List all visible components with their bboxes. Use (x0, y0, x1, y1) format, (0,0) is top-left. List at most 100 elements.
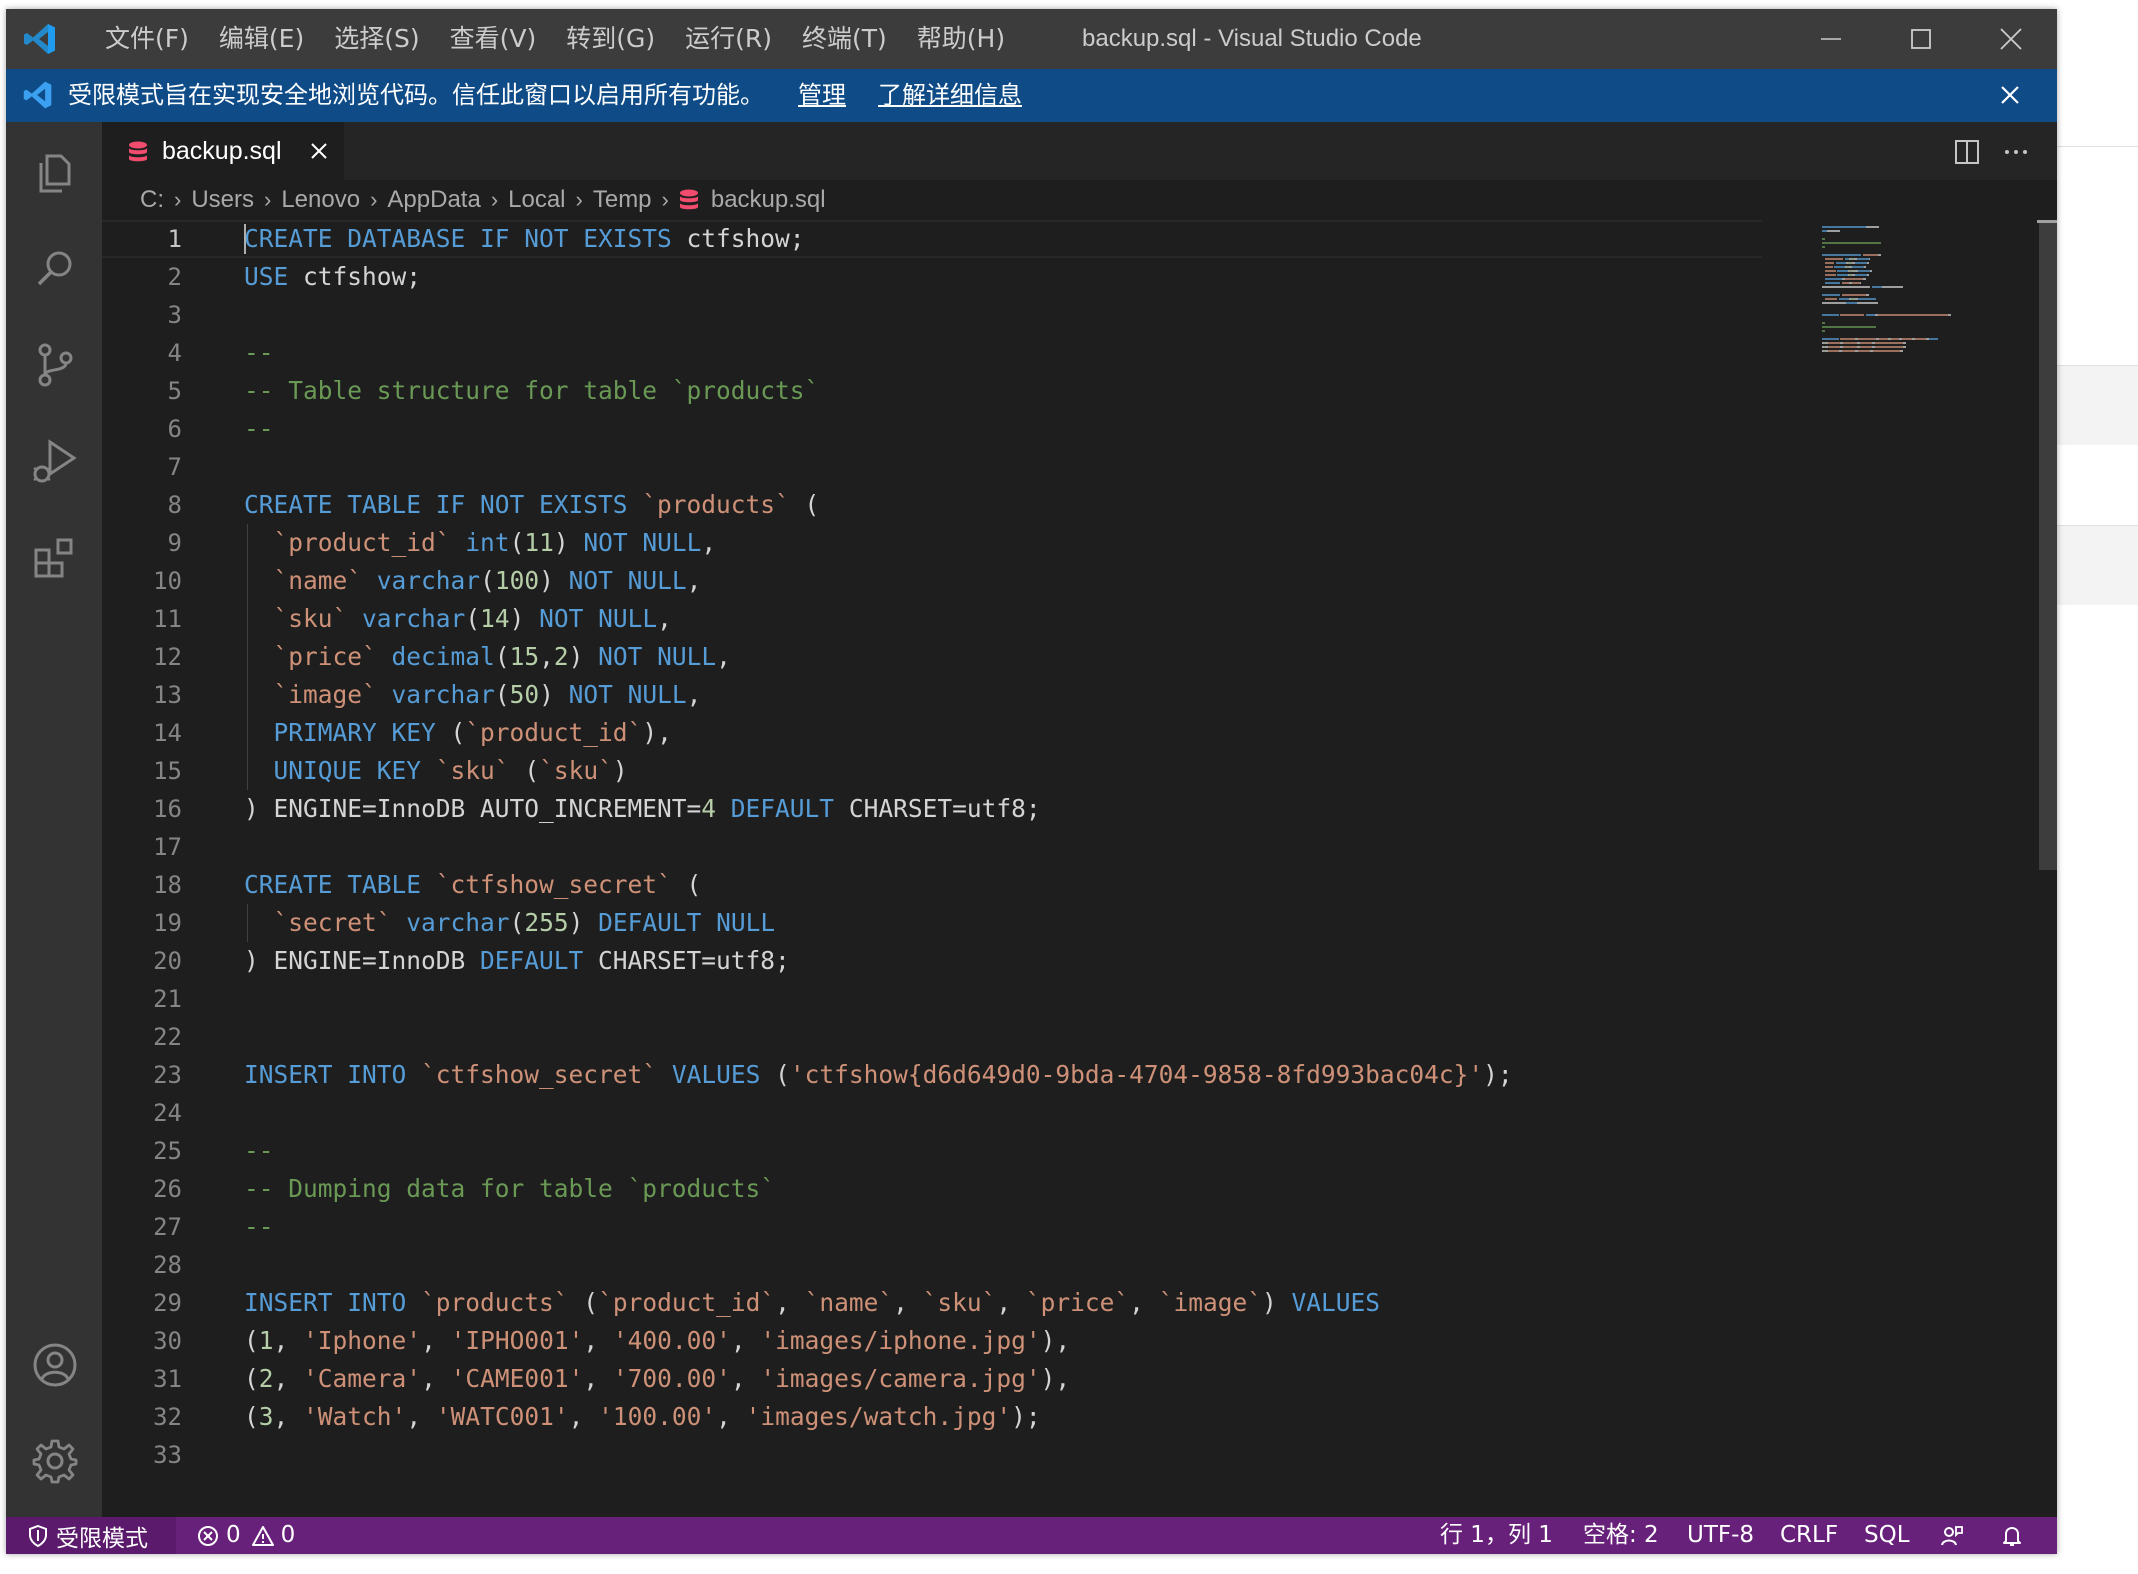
code-token: , (730, 1364, 761, 1393)
code-token: , (701, 528, 717, 557)
menu-run[interactable]: 运行(R) (670, 9, 787, 69)
accounts-icon[interactable] (30, 1340, 80, 1390)
line-number: 10 (153, 567, 182, 595)
code-token: ), (1040, 1326, 1071, 1355)
indentation-status[interactable]: 空格: 2 (1583, 1517, 1659, 1554)
code-line: `price` decimal(15,2) NOT NULL, (244, 638, 731, 676)
settings-gear-icon[interactable] (30, 1436, 80, 1486)
feedback-button[interactable] (1940, 1517, 1964, 1554)
minimap-token (1822, 314, 1839, 316)
minimap-token (1900, 350, 1903, 352)
breadcrumb-item[interactable]: Lenovo (281, 186, 360, 214)
breadcrumb-item[interactable]: C: (140, 186, 164, 214)
problems-status[interactable]: 0 0 (196, 1517, 295, 1554)
minimize-button[interactable] (1786, 9, 1876, 69)
code-token: ( (509, 528, 525, 557)
code-token: 'CAME001' (450, 1364, 584, 1393)
code-token: ( (494, 642, 510, 671)
breadcrumb-item[interactable]: Temp (593, 186, 652, 214)
title-bar: 文件(F) 编辑(E) 选择(S) 查看(V) 转到(G) 运行(R) 终端(T… (6, 9, 2057, 69)
cursor-position-status[interactable]: 行 1，列 1 (1440, 1517, 1553, 1554)
minimap-token (1822, 242, 1881, 244)
search-icon[interactable] (30, 244, 80, 294)
minimap-token (1841, 282, 1849, 284)
split-editor-icon[interactable] (1953, 138, 1981, 166)
code-token: DEFAULT (480, 946, 584, 975)
tab-backup-sql[interactable]: backup.sql (102, 122, 344, 180)
code-token: CREATE TABLE (244, 870, 422, 899)
code-token: ( (244, 1364, 259, 1393)
window-title: backup.sql - Visual Studio Code (1082, 25, 1422, 52)
minimap-token (1867, 274, 1869, 276)
menu-view[interactable]: 查看(V) (435, 9, 552, 69)
background-panel (2057, 525, 2138, 605)
explorer-icon[interactable] (30, 148, 80, 198)
minimap-token (1822, 286, 1869, 288)
eol-status[interactable]: CRLF (1780, 1517, 1838, 1554)
banner-learn-more-link[interactable]: 了解详细信息 (878, 69, 1022, 122)
menu-bar: 文件(F) 编辑(E) 选择(S) 查看(V) 转到(G) 运行(R) 终端(T… (90, 9, 1020, 69)
line-number: 28 (153, 1251, 182, 1279)
menu-help[interactable]: 帮助(H) (902, 9, 1020, 69)
encoding-status[interactable]: UTF-8 (1687, 1517, 1754, 1554)
banner-close-icon[interactable] (1996, 81, 2024, 109)
minimap-token (1838, 298, 1849, 300)
minimap-token (1862, 254, 1878, 256)
scrollbar-thumb[interactable] (2039, 220, 2057, 870)
code-line: (2, 'Camera', 'CAME001', '700.00', 'imag… (244, 1360, 1070, 1398)
code-token: varchar (406, 908, 510, 937)
minimap-token (1822, 322, 1825, 324)
minimap[interactable] (1822, 226, 2022, 366)
code-token: 3 (258, 1402, 274, 1431)
extensions-icon[interactable] (30, 532, 80, 582)
minimap-token (1822, 302, 1846, 304)
code-token: '700.00' (612, 1364, 731, 1393)
minimap-token (1901, 338, 1912, 340)
breadcrumb-file[interactable]: backup.sql (711, 186, 826, 214)
source-control-icon[interactable] (30, 340, 80, 390)
code-token: 'IPHO001' (450, 1326, 584, 1355)
menu-file[interactable]: 文件(F) (90, 9, 204, 69)
minimap-token (1846, 302, 1857, 304)
line-number: 23 (153, 1061, 182, 1089)
code-token: 100 (494, 566, 540, 595)
language-mode-status[interactable]: SQL (1864, 1517, 1910, 1554)
code-editor[interactable]: 1 2 3 4 5 6 7 8 9 10 11 12 13 14 15 16 17 18 19 20 21 22 23 24 2… (102, 220, 2057, 1517)
more-actions-icon[interactable] (2002, 138, 2030, 166)
tab-close-icon[interactable] (308, 140, 330, 162)
minimap-token (1840, 314, 1864, 316)
menu-edit[interactable]: 编辑(E) (204, 9, 319, 69)
run-debug-icon[interactable] (30, 436, 80, 486)
vertical-scrollbar[interactable] (2037, 220, 2057, 1517)
code-token: , (583, 1326, 613, 1355)
minimap-token (1903, 342, 1906, 344)
breadcrumb-item[interactable]: AppData (387, 186, 480, 214)
menu-selection[interactable]: 选择(S) (319, 9, 434, 69)
code-token: 15 (509, 642, 540, 671)
maximize-button[interactable] (1876, 9, 1966, 69)
minimap-token (1837, 274, 1848, 276)
code-token: 50 (509, 680, 540, 709)
minimap-token (1864, 266, 1866, 268)
breadcrumb-item[interactable]: Local (508, 186, 565, 214)
line-number: 21 (153, 985, 182, 1013)
code-token: ) (568, 642, 599, 671)
menu-go[interactable]: 转到(G) (551, 9, 670, 69)
breadcrumb-item[interactable]: Users (191, 186, 254, 214)
banner-manage-link[interactable]: 管理 (798, 69, 846, 122)
close-window-button[interactable] (1966, 9, 2056, 69)
code-token: `products` (642, 490, 790, 519)
menu-terminal[interactable]: 终端(T) (787, 9, 902, 69)
minimap-token (1825, 282, 1840, 284)
restricted-mode-status[interactable]: 受限模式 (6, 1517, 176, 1554)
notifications-button[interactable] (2000, 1517, 2024, 1554)
code-token: varchar (376, 566, 481, 595)
code-token: , (686, 566, 702, 595)
code-token: ( (509, 756, 540, 785)
